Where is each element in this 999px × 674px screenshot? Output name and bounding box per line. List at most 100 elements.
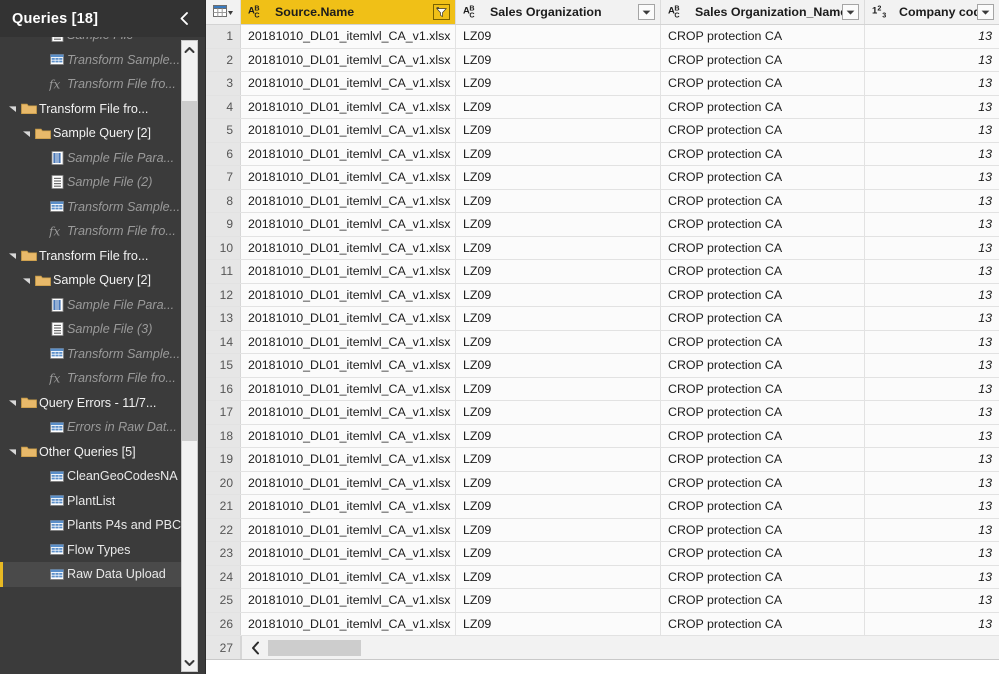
table-row[interactable]: 15 20181010_DL01_itemlvl_CA_v1.xlsx LZ09 CR… bbox=[206, 354, 999, 378]
table-cell[interactable]: 20181010_DL01_itemlvl_CA_v1.xlsx bbox=[241, 401, 456, 424]
table-cell[interactable]: LZ09 bbox=[456, 307, 661, 330]
query-tree-item[interactable]: CleanGeoCodesNA bbox=[0, 464, 182, 489]
table-cell[interactable]: CROP protection CA bbox=[661, 401, 865, 424]
table-cell[interactable]: 20181010_DL01_itemlvl_CA_v1.xlsx bbox=[241, 142, 456, 165]
table-cell[interactable]: CROP protection CA bbox=[661, 448, 865, 471]
query-tree-item[interactable]: Sample File bbox=[0, 37, 182, 48]
query-tree-item[interactable]: Query Errors - 11/7... bbox=[0, 391, 182, 416]
column-header[interactable]: 1 2 3 Company code bbox=[865, 0, 999, 24]
table-cell[interactable]: 20181010_DL01_itemlvl_CA_v1.xlsx bbox=[241, 95, 456, 118]
query-tree-item[interactable]: fx Transform File fro... bbox=[0, 366, 182, 391]
table-row[interactable]: 18 20181010_DL01_itemlvl_CA_v1.xlsx LZ09 CR… bbox=[206, 424, 999, 448]
table-cell[interactable]: CROP protection CA bbox=[661, 283, 865, 306]
chevron-left-icon[interactable] bbox=[173, 0, 195, 37]
table-cell[interactable]: 13 bbox=[865, 96, 999, 119]
table-cell[interactable]: CROP protection CA bbox=[661, 25, 865, 48]
table-row[interactable]: 20 20181010_DL01_itemlvl_CA_v1.xlsx LZ09 CR… bbox=[206, 471, 999, 495]
table-row[interactable]: 22 20181010_DL01_itemlvl_CA_v1.xlsx LZ09 CR… bbox=[206, 518, 999, 542]
table-cell[interactable]: 20181010_DL01_itemlvl_CA_v1.xlsx bbox=[241, 189, 456, 212]
table-cell[interactable]: LZ09 bbox=[456, 236, 661, 259]
table-row[interactable]: 24 20181010_DL01_itemlvl_CA_v1.xlsx LZ09 CR… bbox=[206, 565, 999, 589]
query-tree-item[interactable]: Transform Sample... bbox=[0, 48, 182, 73]
chevron-left-icon[interactable] bbox=[246, 636, 266, 659]
table-cell[interactable]: 13 bbox=[865, 401, 999, 424]
twisty-expanded-icon[interactable] bbox=[6, 251, 19, 260]
query-tree-item[interactable]: Plants P4s and PBC bbox=[0, 513, 182, 538]
table-cell[interactable]: 13 bbox=[865, 448, 999, 471]
table-cell[interactable]: 13 bbox=[865, 119, 999, 142]
column-dropdown-button[interactable] bbox=[842, 4, 859, 20]
table-cell[interactable]: 20181010_DL01_itemlvl_CA_v1.xlsx bbox=[241, 589, 456, 612]
query-tree-item[interactable]: Errors in Raw Dat... bbox=[0, 415, 182, 440]
table-cell[interactable]: LZ09 bbox=[456, 213, 661, 236]
table-cell[interactable]: 20181010_DL01_itemlvl_CA_v1.xlsx bbox=[241, 495, 456, 518]
column-dropdown-button[interactable] bbox=[638, 4, 655, 20]
table-row[interactable]: 25 20181010_DL01_itemlvl_CA_v1.xlsx LZ09 CR… bbox=[206, 589, 999, 613]
table-row[interactable]: 6 20181010_DL01_itemlvl_CA_v1.xlsx LZ09 CRO… bbox=[206, 142, 999, 166]
table-cell[interactable]: CROP protection CA bbox=[661, 354, 865, 377]
table-cell[interactable]: 13 bbox=[865, 260, 999, 283]
table-cell[interactable]: CROP protection CA bbox=[661, 142, 865, 165]
query-tree-item[interactable]: Transform Sample... bbox=[0, 195, 182, 220]
table-row[interactable]: 10 20181010_DL01_itemlvl_CA_v1.xlsx LZ09 CR… bbox=[206, 236, 999, 260]
table-cell[interactable]: 13 bbox=[865, 25, 999, 48]
table-row[interactable]: 7 20181010_DL01_itemlvl_CA_v1.xlsx LZ09 CRO… bbox=[206, 166, 999, 190]
query-tree-item[interactable]: Transform File fro... bbox=[0, 97, 182, 122]
table-cell[interactable]: LZ09 bbox=[456, 612, 661, 635]
table-cell[interactable]: 13 bbox=[865, 284, 999, 307]
table-cell[interactable]: LZ09 bbox=[456, 518, 661, 541]
table-row[interactable]: 26 20181010_DL01_itemlvl_CA_v1.xlsx LZ09 CR… bbox=[206, 612, 999, 636]
table-cell[interactable]: 13 bbox=[865, 378, 999, 401]
table-cell[interactable]: 13 bbox=[865, 166, 999, 189]
table-cell[interactable]: CROP protection CA bbox=[661, 424, 865, 447]
table-cell[interactable]: CROP protection CA bbox=[661, 189, 865, 212]
query-tree-item[interactable]: Raw Data Upload bbox=[0, 562, 182, 587]
table-cell[interactable]: CROP protection CA bbox=[661, 565, 865, 588]
column-filter-button[interactable] bbox=[433, 4, 450, 20]
table-cell[interactable]: LZ09 bbox=[456, 565, 661, 588]
chevron-up-icon[interactable] bbox=[182, 41, 197, 58]
table-cell[interactable]: 20181010_DL01_itemlvl_CA_v1.xlsx bbox=[241, 518, 456, 541]
table-cell[interactable]: 20181010_DL01_itemlvl_CA_v1.xlsx bbox=[241, 213, 456, 236]
table-cell[interactable]: CROP protection CA bbox=[661, 95, 865, 118]
table-cell[interactable]: 13 bbox=[865, 354, 999, 377]
table-cell[interactable]: CROP protection CA bbox=[661, 542, 865, 565]
query-tree-item[interactable]: Sample File Para... bbox=[0, 146, 182, 171]
table-cell[interactable]: LZ09 bbox=[456, 25, 661, 48]
table-cell[interactable]: CROP protection CA bbox=[661, 119, 865, 142]
table-cell[interactable]: CROP protection CA bbox=[661, 236, 865, 259]
table-cell[interactable]: 13 bbox=[865, 519, 999, 542]
table-cell[interactable]: CROP protection CA bbox=[661, 518, 865, 541]
table-cell[interactable]: LZ09 bbox=[456, 72, 661, 95]
table-cell[interactable]: 20181010_DL01_itemlvl_CA_v1.xlsx bbox=[241, 377, 456, 400]
table-cell[interactable]: CROP protection CA bbox=[661, 495, 865, 518]
table-row[interactable]: 14 20181010_DL01_itemlvl_CA_v1.xlsx LZ09 CR… bbox=[206, 330, 999, 354]
table-row[interactable]: 4 20181010_DL01_itemlvl_CA_v1.xlsx LZ09 CRO… bbox=[206, 95, 999, 119]
table-cell[interactable]: 20181010_DL01_itemlvl_CA_v1.xlsx bbox=[241, 25, 456, 48]
table-cell[interactable]: CROP protection CA bbox=[661, 377, 865, 400]
table-cell[interactable]: CROP protection CA bbox=[661, 612, 865, 635]
table-cell[interactable]: LZ09 bbox=[456, 542, 661, 565]
twisty-expanded-icon[interactable] bbox=[20, 129, 33, 138]
table-cell[interactable]: 20181010_DL01_itemlvl_CA_v1.xlsx bbox=[241, 612, 456, 635]
table-cell[interactable]: 13 bbox=[865, 472, 999, 495]
table-cell[interactable]: LZ09 bbox=[456, 424, 661, 447]
table-row[interactable]: 3 20181010_DL01_itemlvl_CA_v1.xlsx LZ09 CRO… bbox=[206, 72, 999, 96]
table-row[interactable]: 19 20181010_DL01_itemlvl_CA_v1.xlsx LZ09 CR… bbox=[206, 448, 999, 472]
table-cell[interactable]: 13 bbox=[865, 72, 999, 95]
table-cell[interactable]: LZ09 bbox=[456, 48, 661, 71]
query-tree-item[interactable]: Transform Sample... bbox=[0, 342, 182, 367]
table-cell[interactable]: 13 bbox=[865, 213, 999, 236]
table-cell[interactable]: LZ09 bbox=[456, 377, 661, 400]
table-cell[interactable]: CROP protection CA bbox=[661, 260, 865, 283]
table-cell[interactable]: 20181010_DL01_itemlvl_CA_v1.xlsx bbox=[241, 565, 456, 588]
table-cell[interactable]: LZ09 bbox=[456, 495, 661, 518]
table-row[interactable]: 11 20181010_DL01_itemlvl_CA_v1.xlsx LZ09 CR… bbox=[206, 260, 999, 284]
query-tree-item[interactable]: Sample File (3) bbox=[0, 317, 182, 342]
table-cell[interactable]: 13 bbox=[865, 190, 999, 213]
table-cell[interactable]: 20181010_DL01_itemlvl_CA_v1.xlsx bbox=[241, 542, 456, 565]
table-cell[interactable]: LZ09 bbox=[456, 260, 661, 283]
query-tree-item[interactable]: fx Transform File fro... bbox=[0, 219, 182, 244]
table-cell[interactable]: 20181010_DL01_itemlvl_CA_v1.xlsx bbox=[241, 307, 456, 330]
table-cell[interactable]: 13 bbox=[865, 566, 999, 589]
